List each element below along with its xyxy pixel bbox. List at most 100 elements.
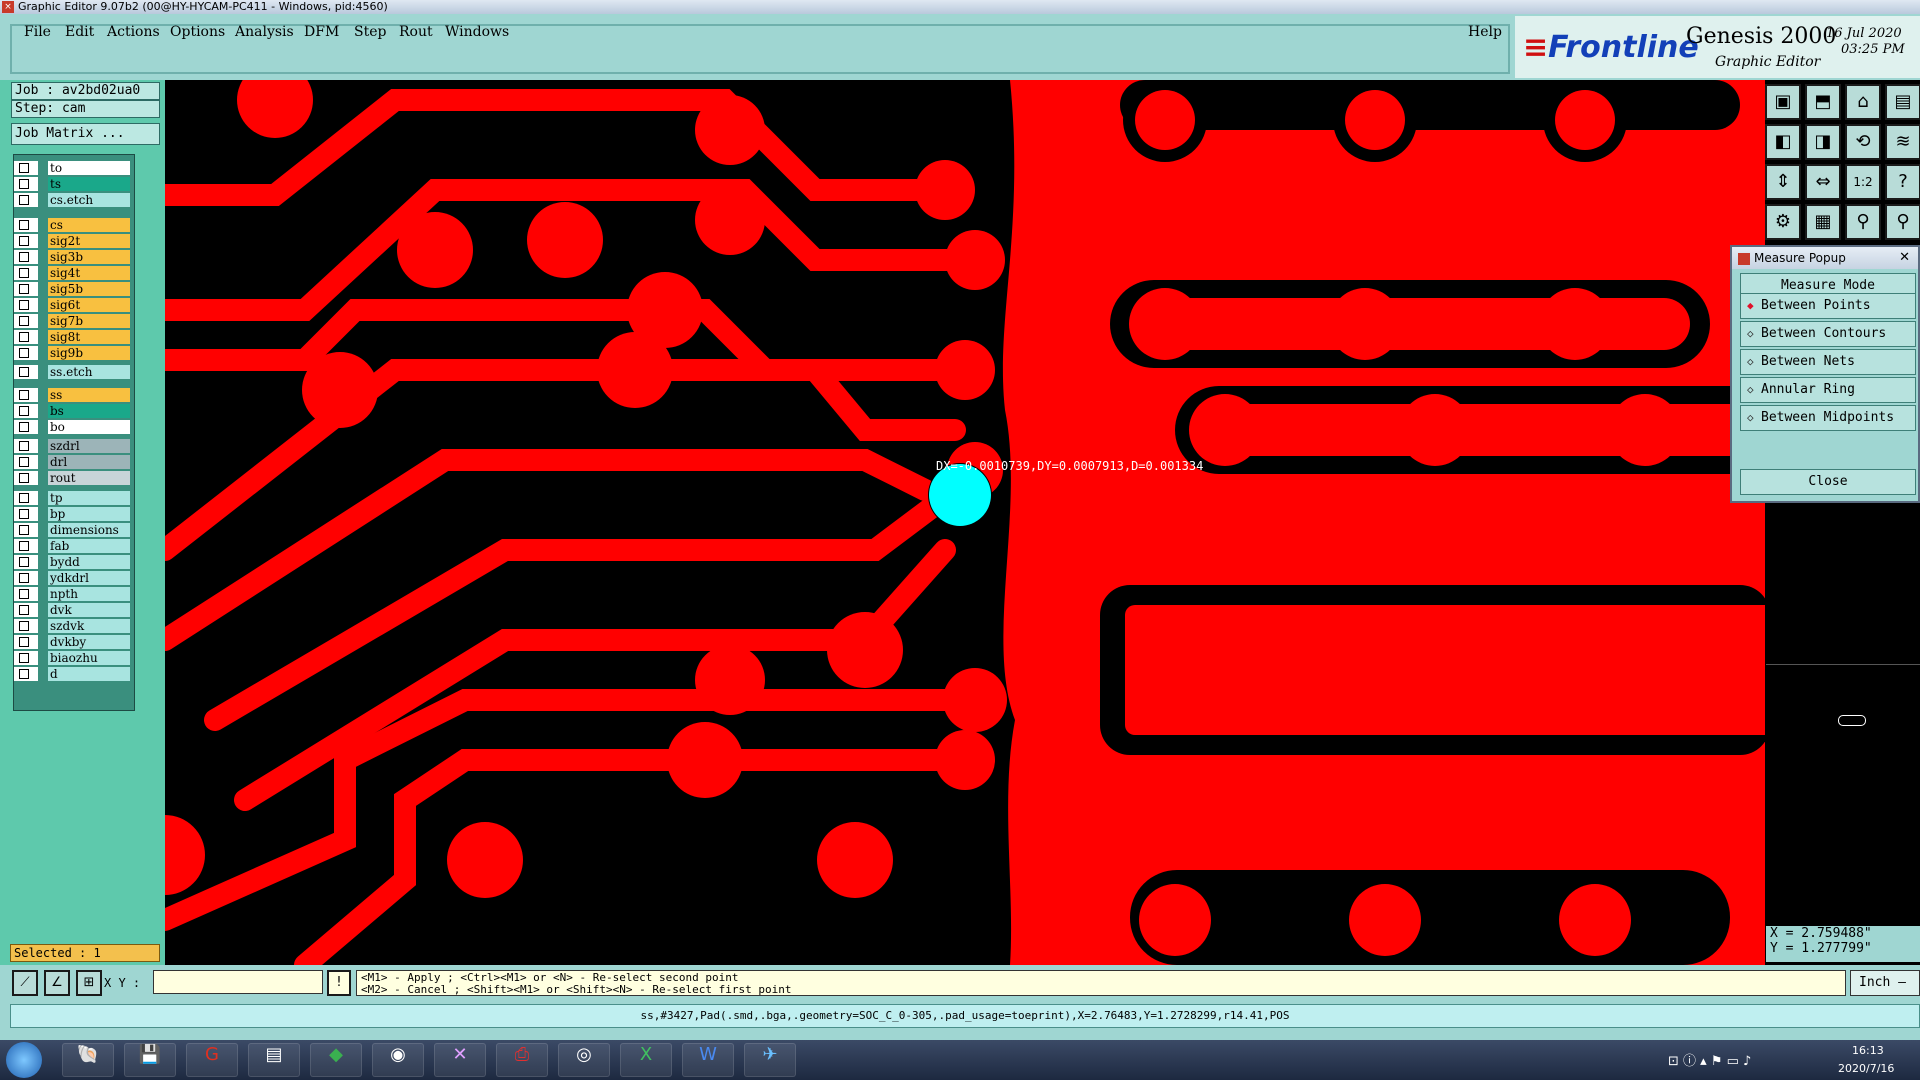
layer-checkbox[interactable] [14, 491, 38, 505]
layer-checkbox[interactable] [14, 439, 38, 453]
menu-edit[interactable]: Edit [65, 24, 94, 40]
taskbar-app-g-icon[interactable]: G [186, 1043, 238, 1077]
layer-row[interactable]: drl [14, 455, 132, 469]
pan-left-icon[interactable]: ◧ [1765, 124, 1801, 160]
close-icon[interactable]: ✕ [1899, 247, 1910, 269]
reset-icon[interactable]: ⟲ [1845, 124, 1881, 160]
layer-row[interactable]: szdvk [14, 619, 132, 633]
layer-row[interactable]: ydkdrl [14, 571, 132, 585]
layer-row[interactable]: cs [14, 218, 132, 232]
layer-checkbox[interactable] [14, 635, 38, 649]
layer-row[interactable]: szdrl [14, 439, 132, 453]
taskbar-green-app-icon[interactable]: ◆ [310, 1043, 362, 1077]
layer-checkbox[interactable] [14, 571, 38, 585]
layer-checkbox[interactable] [14, 603, 38, 617]
taskbar-save-icon[interactable]: 💾 [124, 1043, 176, 1077]
layer-row[interactable]: sig4t [14, 266, 132, 280]
layer-checkbox[interactable] [14, 420, 38, 434]
layer-row[interactable]: sig5b [14, 282, 132, 296]
zoom-out-icon[interactable]: ⬒ [1805, 84, 1841, 120]
layer-checkbox[interactable] [14, 667, 38, 681]
layer-row[interactable]: dvkby [14, 635, 132, 649]
scale-icon[interactable]: 1:2 [1845, 164, 1881, 200]
zoom-home-icon[interactable]: ▣ [1765, 84, 1801, 120]
taskbar-bird-icon[interactable]: ✈ [744, 1043, 796, 1077]
layer-row[interactable]: d [14, 667, 132, 681]
layer-checkbox[interactable] [14, 365, 38, 379]
menu-windows[interactable]: Windows [445, 24, 509, 40]
fit-vertical-icon[interactable]: ⇕ [1765, 164, 1801, 200]
mini-map[interactable] [1766, 664, 1920, 745]
layer-row[interactable]: ss.etch [14, 365, 132, 379]
layer-checkbox[interactable] [14, 651, 38, 665]
layer-row[interactable]: rout [14, 471, 132, 485]
menu-dfm[interactable]: DFM [304, 24, 339, 40]
help-icon[interactable]: ? [1885, 164, 1920, 200]
layer-row[interactable]: sig9b [14, 346, 132, 360]
layer-row[interactable]: bs [14, 404, 132, 418]
option-between-contours[interactable]: ◇ Between Contours [1740, 321, 1916, 347]
layer-row[interactable]: sig8t [14, 330, 132, 344]
layer-row[interactable]: bp [14, 507, 132, 521]
menu-actions[interactable]: Actions [107, 24, 160, 40]
taskbar-genesis-icon[interactable]: ✕ [434, 1043, 486, 1077]
layer-checkbox[interactable] [14, 523, 38, 537]
option-annular-ring[interactable]: ◇ Annular Ring [1740, 377, 1916, 403]
start-button[interactable] [6, 1042, 42, 1078]
layer-checkbox[interactable] [14, 346, 38, 360]
layer-row[interactable]: fab [14, 539, 132, 553]
taskbar-shell-icon[interactable]: 🐚 [62, 1043, 114, 1077]
snap-icon[interactable]: ≋ [1885, 124, 1920, 160]
grid-view-icon[interactable]: ▦ [1805, 204, 1841, 240]
fit-horizontal-icon[interactable]: ⇔ [1805, 164, 1841, 200]
layer-checkbox[interactable] [14, 388, 38, 402]
popup-close-button[interactable]: Close [1740, 469, 1916, 495]
layer-checkbox[interactable] [14, 471, 38, 485]
menu-options[interactable]: Options [170, 24, 225, 40]
layer-row[interactable]: ss [14, 388, 132, 402]
layer-checkbox[interactable] [14, 282, 38, 296]
layer-row[interactable]: cs.etch [14, 193, 132, 207]
selected-pad[interactable] [929, 464, 991, 526]
taskbar-eye-icon[interactable]: ◉ [372, 1043, 424, 1077]
menu-rout[interactable]: Rout [399, 24, 433, 40]
job-matrix-button[interactable]: Job Matrix ... [11, 123, 160, 145]
layer-row[interactable]: sig6t [14, 298, 132, 312]
probe-alt-icon[interactable]: ⚲ [1885, 204, 1920, 240]
taskbar-excel-icon[interactable]: X [620, 1043, 672, 1077]
layer-row[interactable]: sig3b [14, 250, 132, 264]
layer-row[interactable]: bydd [14, 555, 132, 569]
layer-checkbox[interactable] [14, 234, 38, 248]
layer-checkbox[interactable] [14, 455, 38, 469]
layer-row[interactable]: biaozhu [14, 651, 132, 665]
menu-analysis[interactable]: Analysis [235, 24, 294, 40]
pan-right-icon[interactable]: ◨ [1805, 124, 1841, 160]
grid-icon[interactable]: ⊞ [76, 970, 102, 996]
layer-checkbox[interactable] [14, 193, 38, 207]
layer-checkbox[interactable] [14, 250, 38, 264]
layer-checkbox[interactable] [14, 507, 38, 521]
snap-mode-icon[interactable]: ⟋ [12, 970, 38, 996]
layer-row[interactable]: bo [14, 420, 132, 434]
layer-checkbox[interactable] [14, 298, 38, 312]
taskbar-camera-icon[interactable]: ◎ [558, 1043, 610, 1077]
layer-checkbox[interactable] [14, 177, 38, 191]
frame-icon[interactable]: ▤ [1885, 84, 1920, 120]
layer-checkbox[interactable] [14, 266, 38, 280]
layer-checkbox[interactable] [14, 330, 38, 344]
layer-checkbox[interactable] [14, 314, 38, 328]
layer-row[interactable]: sig2t [14, 234, 132, 248]
layer-row[interactable]: dvk [14, 603, 132, 617]
taskbar-notepad-icon[interactable]: ▤ [248, 1043, 300, 1077]
layer-checkbox[interactable] [14, 619, 38, 633]
units-selector[interactable]: Inch – [1850, 970, 1920, 996]
layer-row[interactable]: to [14, 161, 132, 175]
layer-checkbox[interactable] [14, 161, 38, 175]
probe-icon[interactable]: ⚲ [1845, 204, 1881, 240]
layer-checkbox[interactable] [14, 404, 38, 418]
taskbar-pdf-icon[interactable]: ⎙ [496, 1043, 548, 1077]
graphic-canvas[interactable]: DX=-0.0010739,DY=0.0007913,D=0.001334 [165, 80, 1765, 965]
layer-checkbox[interactable] [14, 218, 38, 232]
menu-step[interactable]: Step [354, 24, 386, 40]
layer-checkbox[interactable] [14, 587, 38, 601]
